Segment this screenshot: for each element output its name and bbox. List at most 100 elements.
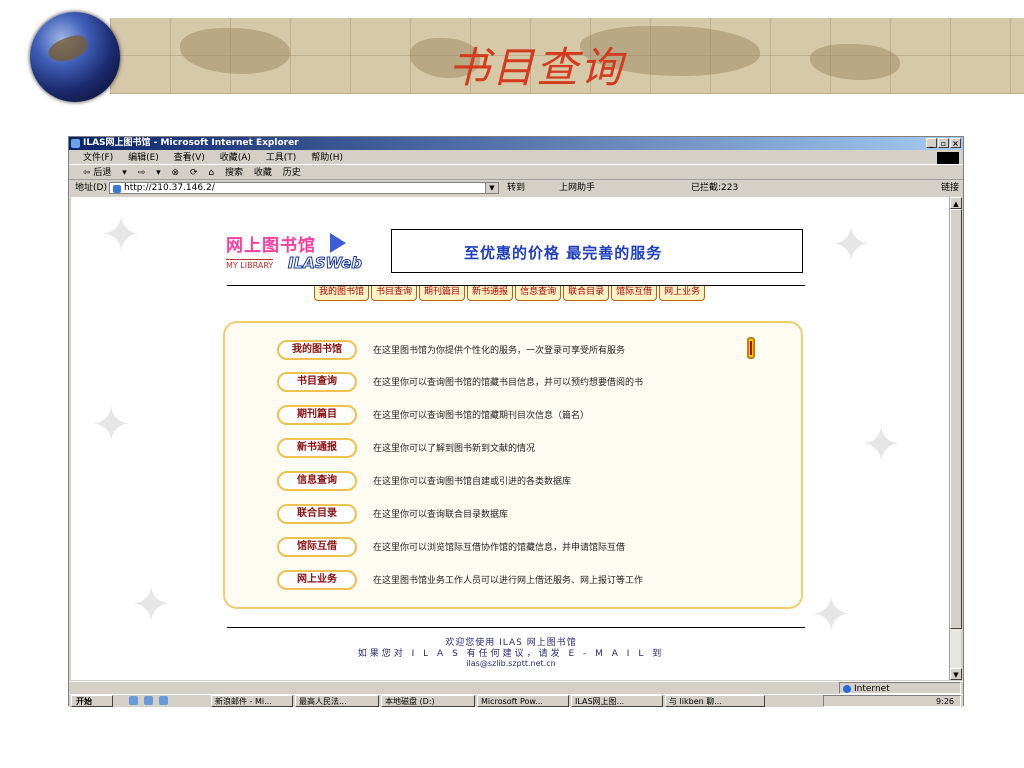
window-titlebar: ILAS网上图书馆 - Microsoft Internet Explorer …: [69, 137, 963, 150]
service-description: 在这里你可以查询图书馆的馆藏期刊目次信息（篇名）: [373, 411, 590, 421]
service-button[interactable]: 书目查询: [277, 372, 357, 392]
logo-chinese: 网上图书馆: [226, 236, 316, 256]
window-controls: _ ▫ ×: [926, 138, 961, 148]
service-description: 在这里你可以查询联合目录数据库: [373, 510, 509, 520]
favorites-button[interactable]: 收藏: [254, 168, 272, 178]
site-logo[interactable]: 网上图书馆 MY LIBRARY ILASWeb: [226, 227, 376, 279]
go-button[interactable]: 转到: [507, 181, 525, 195]
logo-my-library: MY LIBRARY: [226, 259, 274, 270]
taskbar-item-court[interactable]: 最高人民法...: [295, 695, 379, 707]
taskbar: 开始 新浪邮件 - Mi... 最高人民法... 本地磁盘 (D:) Micro…: [69, 694, 963, 707]
leaf-decoration: ✦: [101, 207, 142, 263]
maximize-button[interactable]: ▫: [938, 138, 949, 148]
desktop-quicklaunch-icon[interactable]: [159, 696, 168, 705]
leaf-decoration: ✦: [831, 217, 872, 273]
close-button[interactable]: ×: [950, 138, 961, 148]
menu-help[interactable]: 帮助(H): [311, 153, 343, 163]
ie-icon: [71, 139, 80, 148]
start-button[interactable]: 开始: [71, 695, 113, 707]
toolbar: ⇦ 后退 ▾ ⇨ ▾ ⊗ ⟳ ⌂ 搜索 收藏 历史: [69, 166, 963, 180]
nav-interlibrary-loan[interactable]: 馆际互借: [611, 286, 658, 301]
popup-blocked-counter[interactable]: 已拦截:223: [691, 181, 738, 195]
nav-online-services[interactable]: 网上业务: [659, 286, 706, 301]
nav-new-books[interactable]: 新书通报: [467, 286, 514, 301]
page-content: ✦ ✦ ✦ ✦ ✦ ✦ 网上图书馆 MY LIBRARY ILASWeb 至优惠…: [71, 197, 951, 680]
zone-label: Internet: [854, 684, 890, 694]
search-button[interactable]: 搜索: [225, 168, 243, 178]
minimize-button[interactable]: _: [926, 138, 937, 148]
service-description: 在这里你可以查询图书馆的馆藏书目信息，并可以预约想要借阅的书: [373, 378, 644, 388]
site-nav: 我的图书馆 书目查询 期刊篇目 新书通报 信息查询 联合目录 馆际互借 网上业务: [314, 286, 706, 301]
windows-logo: [937, 152, 959, 164]
address-label: 地址(D): [75, 183, 107, 193]
service-button[interactable]: 我的图书馆: [277, 340, 357, 360]
menu-view[interactable]: 查看(V): [174, 153, 205, 163]
service-button[interactable]: 新书通报: [277, 438, 357, 458]
service-description: 在这里你可以浏览馆际互借协作馆的馆藏信息，并申请馆际互借: [373, 543, 626, 553]
scroll-thumb[interactable]: [950, 209, 962, 629]
ie-quicklaunch-icon[interactable]: [129, 696, 138, 705]
service-button[interactable]: 馆际互借: [277, 537, 357, 557]
clock: 9:26: [936, 697, 954, 706]
scroll-indicator-icon: [747, 337, 755, 359]
system-tray: 9:26: [823, 695, 961, 707]
scroll-down-button[interactable]: ▼: [950, 668, 962, 680]
forward-dropdown[interactable]: ▾: [156, 168, 161, 178]
internet-zone-icon: [843, 685, 851, 693]
taskbar-item-sina-mail[interactable]: 新浪邮件 - Mi...: [211, 695, 293, 707]
service-description: 在这里图书馆业务工作人员可以进行网上借还服务、网上报订等工作: [373, 576, 644, 586]
address-input[interactable]: http://210.37.146.2/: [109, 182, 499, 194]
back-dropdown[interactable]: ▾: [122, 168, 127, 178]
leaf-decoration: ✦: [861, 417, 902, 473]
slogan-text: 至优惠的价格 最完善的服务: [464, 244, 663, 262]
footer-email-link[interactable]: ilas@szlib.szptt.net.cn: [71, 659, 951, 668]
service-description: 在这里你可以查询图书馆自建或引进的各类数据库: [373, 477, 572, 487]
menu-edit[interactable]: 编辑(E): [128, 153, 159, 163]
links-button[interactable]: 链接: [941, 181, 959, 195]
menu-favorites[interactable]: 收藏(A): [220, 153, 251, 163]
logo-ilasweb: ILASWeb: [287, 254, 363, 273]
service-button[interactable]: 期刊篇目: [277, 405, 357, 425]
status-bar: Internet: [69, 681, 963, 694]
address-value: http://210.37.146.2/: [124, 183, 215, 193]
nav-periodicals[interactable]: 期刊篇目: [419, 286, 466, 301]
services-panel: 我的图书馆 在这里图书馆为你提供个性化的服务，一次登录可享受所有服务 书目查询 …: [223, 321, 803, 609]
address-dropdown[interactable]: ▼: [485, 182, 499, 194]
taskbar-item-ilas[interactable]: ILAS网上图...: [571, 695, 663, 707]
address-bar: 地址(D) http://210.37.146.2/ ▼ 转到 上网助手 已拦截…: [69, 181, 963, 195]
window-title: ILAS网上图书馆 - Microsoft Internet Explorer: [83, 138, 299, 148]
menu-file[interactable]: 文件(F): [83, 153, 113, 163]
divider: [227, 627, 805, 628]
menu-tools[interactable]: 工具(T): [266, 153, 297, 163]
helper-button[interactable]: 上网助手: [559, 181, 595, 195]
scroll-up-button[interactable]: ▲: [950, 197, 962, 209]
leaf-decoration: ✦: [131, 577, 172, 633]
leaf-decoration: ✦: [91, 397, 132, 453]
service-button[interactable]: 信息查询: [277, 471, 357, 491]
taskbar-item-local-disk[interactable]: 本地磁盘 (D:): [381, 695, 475, 707]
taskbar-item-powerpoint[interactable]: Microsoft Pow...: [477, 695, 569, 707]
taskbar-item-chat[interactable]: 与 likben 聊...: [665, 695, 765, 707]
logo-arrow-icon: [330, 233, 346, 253]
globe-icon: [30, 12, 120, 102]
nav-info-search[interactable]: 信息查询: [515, 286, 562, 301]
service-description: 在这里图书馆为你提供个性化的服务，一次登录可享受所有服务: [373, 346, 626, 356]
forward-button[interactable]: ⇨: [138, 168, 146, 178]
slide-banner: 书目查询: [0, 0, 1024, 112]
nav-my-library[interactable]: 我的图书馆: [314, 286, 370, 301]
browser-window: ILAS网上图书馆 - Microsoft Internet Explorer …: [68, 136, 964, 707]
service-button[interactable]: 联合目录: [277, 504, 357, 524]
vertical-scrollbar[interactable]: ▲ ▼: [949, 197, 962, 680]
security-zone: Internet: [839, 682, 961, 694]
stop-button[interactable]: ⊗: [172, 168, 180, 178]
outlook-quicklaunch-icon[interactable]: [144, 696, 153, 705]
nav-union-catalog[interactable]: 联合目录: [563, 286, 610, 301]
home-button[interactable]: ⌂: [208, 168, 214, 178]
service-button[interactable]: 网上业务: [277, 570, 357, 590]
page-icon: [113, 185, 121, 193]
back-button[interactable]: ⇦ 后退: [83, 168, 111, 178]
history-button[interactable]: 历史: [283, 168, 301, 178]
menu-bar: 文件(F) 编辑(E) 查看(V) 收藏(A) 工具(T) 帮助(H): [69, 151, 963, 165]
refresh-button[interactable]: ⟳: [190, 168, 198, 178]
nav-catalog-search[interactable]: 书目查询: [371, 286, 418, 301]
